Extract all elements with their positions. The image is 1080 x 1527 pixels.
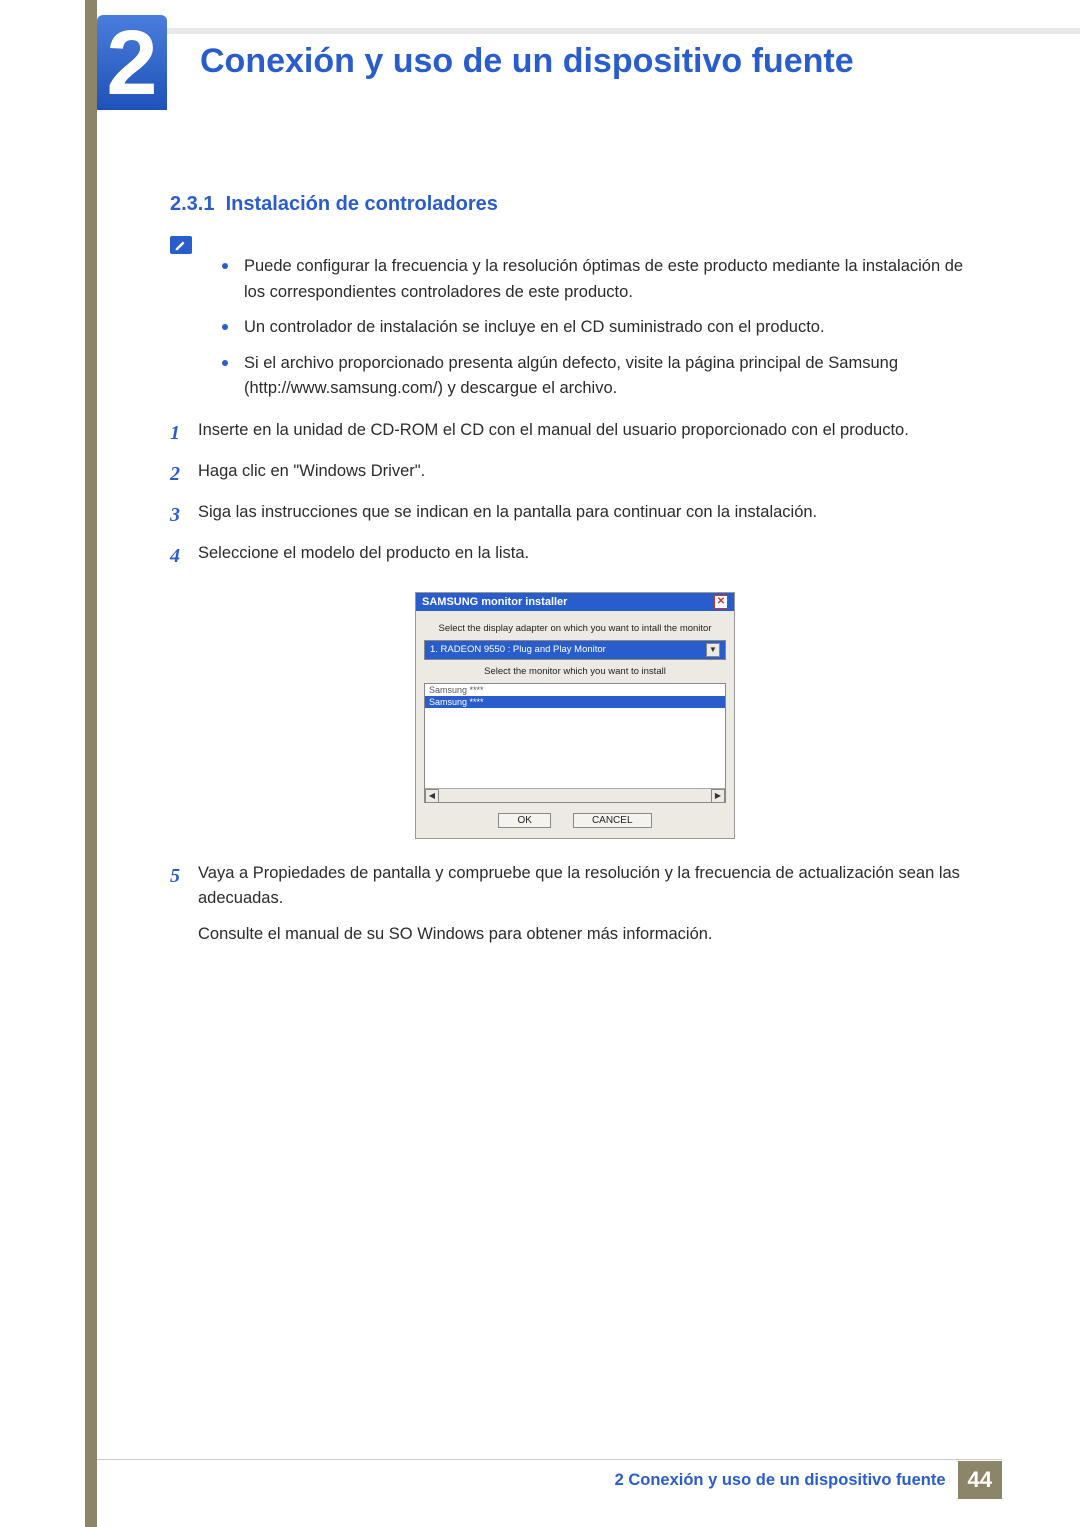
step-number: 1	[170, 418, 198, 449]
bullet-icon	[222, 360, 228, 366]
adapter-dropdown[interactable]: 1. RADEON 9550 : Plug and Play Monitor ▼	[424, 640, 726, 660]
note-text: Un controlador de instalación se incluye…	[244, 315, 825, 341]
chapter-title: Conexión y uso de un dispositivo fuente	[200, 42, 854, 81]
section-title: Instalación de controladores	[226, 193, 498, 215]
list-item[interactable]: Samsung ****	[425, 696, 725, 708]
installer-body: Select the display adapter on which you …	[416, 611, 734, 838]
note-item: Puede configurar la frecuencia y la reso…	[222, 254, 980, 305]
step-number: 2	[170, 459, 198, 490]
note-text: Si el archivo proporcionado presenta alg…	[244, 351, 980, 402]
dropdown-selected: 1. RADEON 9550 : Plug and Play Monitor	[430, 644, 606, 655]
installer-titlebar: SAMSUNG monitor installer ✕	[416, 593, 734, 611]
footer-text: 2 Conexión y uso de un dispositivo fuent…	[615, 1471, 946, 1490]
installer-label: Select the monitor which you want to ins…	[424, 666, 726, 677]
notes-list: Puede configurar la frecuencia y la reso…	[222, 254, 980, 402]
scroll-right-icon[interactable]: ▶	[711, 789, 725, 803]
footer-page: 44	[958, 1461, 1002, 1499]
step-text: Siga las instrucciones que se indican en…	[198, 500, 817, 531]
main-content: 2.3.1 Instalación de controladores Puede…	[170, 193, 980, 958]
step-text: Vaya a Propiedades de pantalla y comprue…	[198, 861, 980, 948]
installer-dialog: SAMSUNG monitor installer ✕ Select the d…	[415, 592, 735, 839]
step-number: 5	[170, 861, 198, 948]
step-item: 5 Vaya a Propiedades de pantalla y compr…	[170, 861, 980, 948]
list-item[interactable]: Samsung ****	[425, 684, 725, 696]
bullet-icon	[222, 263, 228, 269]
step-number: 3	[170, 500, 198, 531]
step-text: Seleccione el modelo del producto en la …	[198, 541, 529, 572]
step-item: 1 Inserte en la unidad de CD-ROM el CD c…	[170, 418, 980, 449]
left-stripe	[85, 0, 97, 1527]
installer-buttons: OK CANCEL	[424, 813, 726, 828]
chapter-number: 2	[106, 17, 157, 109]
bullet-icon	[222, 324, 228, 330]
step-text: Haga clic en "Windows Driver".	[198, 459, 425, 490]
installer-title-text: SAMSUNG monitor installer	[422, 596, 567, 608]
footer: 2 Conexión y uso de un dispositivo fuent…	[615, 1461, 1002, 1499]
chevron-down-icon[interactable]: ▼	[706, 643, 720, 657]
note-item: Si el archivo proporcionado presenta alg…	[222, 351, 980, 402]
steps-list: 1 Inserte en la unidad de CD-ROM el CD c…	[170, 418, 980, 572]
cancel-button[interactable]: CANCEL	[573, 813, 652, 828]
chapter-badge: 2	[97, 15, 167, 110]
step-item: 3 Siga las instrucciones que se indican …	[170, 500, 980, 531]
step-item: 2 Haga clic en "Windows Driver".	[170, 459, 980, 490]
steps-list-cont: 5 Vaya a Propiedades de pantalla y compr…	[170, 861, 980, 948]
step5-main: Vaya a Propiedades de pantalla y comprue…	[198, 861, 980, 912]
section-number: 2.3.1	[170, 193, 214, 215]
step-number: 4	[170, 541, 198, 572]
section-heading: 2.3.1 Instalación de controladores	[170, 193, 980, 216]
footer-divider	[97, 1459, 1002, 1460]
monitor-list[interactable]: Samsung **** Samsung **** ◀ ▶	[424, 683, 726, 803]
step-item: 4 Seleccione el modelo del producto en l…	[170, 541, 980, 572]
close-icon[interactable]: ✕	[714, 595, 728, 609]
scroll-left-icon[interactable]: ◀	[425, 789, 439, 803]
note-item: Un controlador de instalación se incluye…	[222, 315, 980, 341]
ok-button[interactable]: OK	[498, 813, 550, 828]
step5-extra: Consulte el manual de su SO Windows para…	[198, 922, 980, 948]
step-text: Inserte en la unidad de CD-ROM el CD con…	[198, 418, 909, 449]
horizontal-scrollbar[interactable]: ◀ ▶	[425, 788, 725, 802]
note-text: Puede configurar la frecuencia y la reso…	[244, 254, 980, 305]
installer-label: Select the display adapter on which you …	[424, 623, 726, 634]
